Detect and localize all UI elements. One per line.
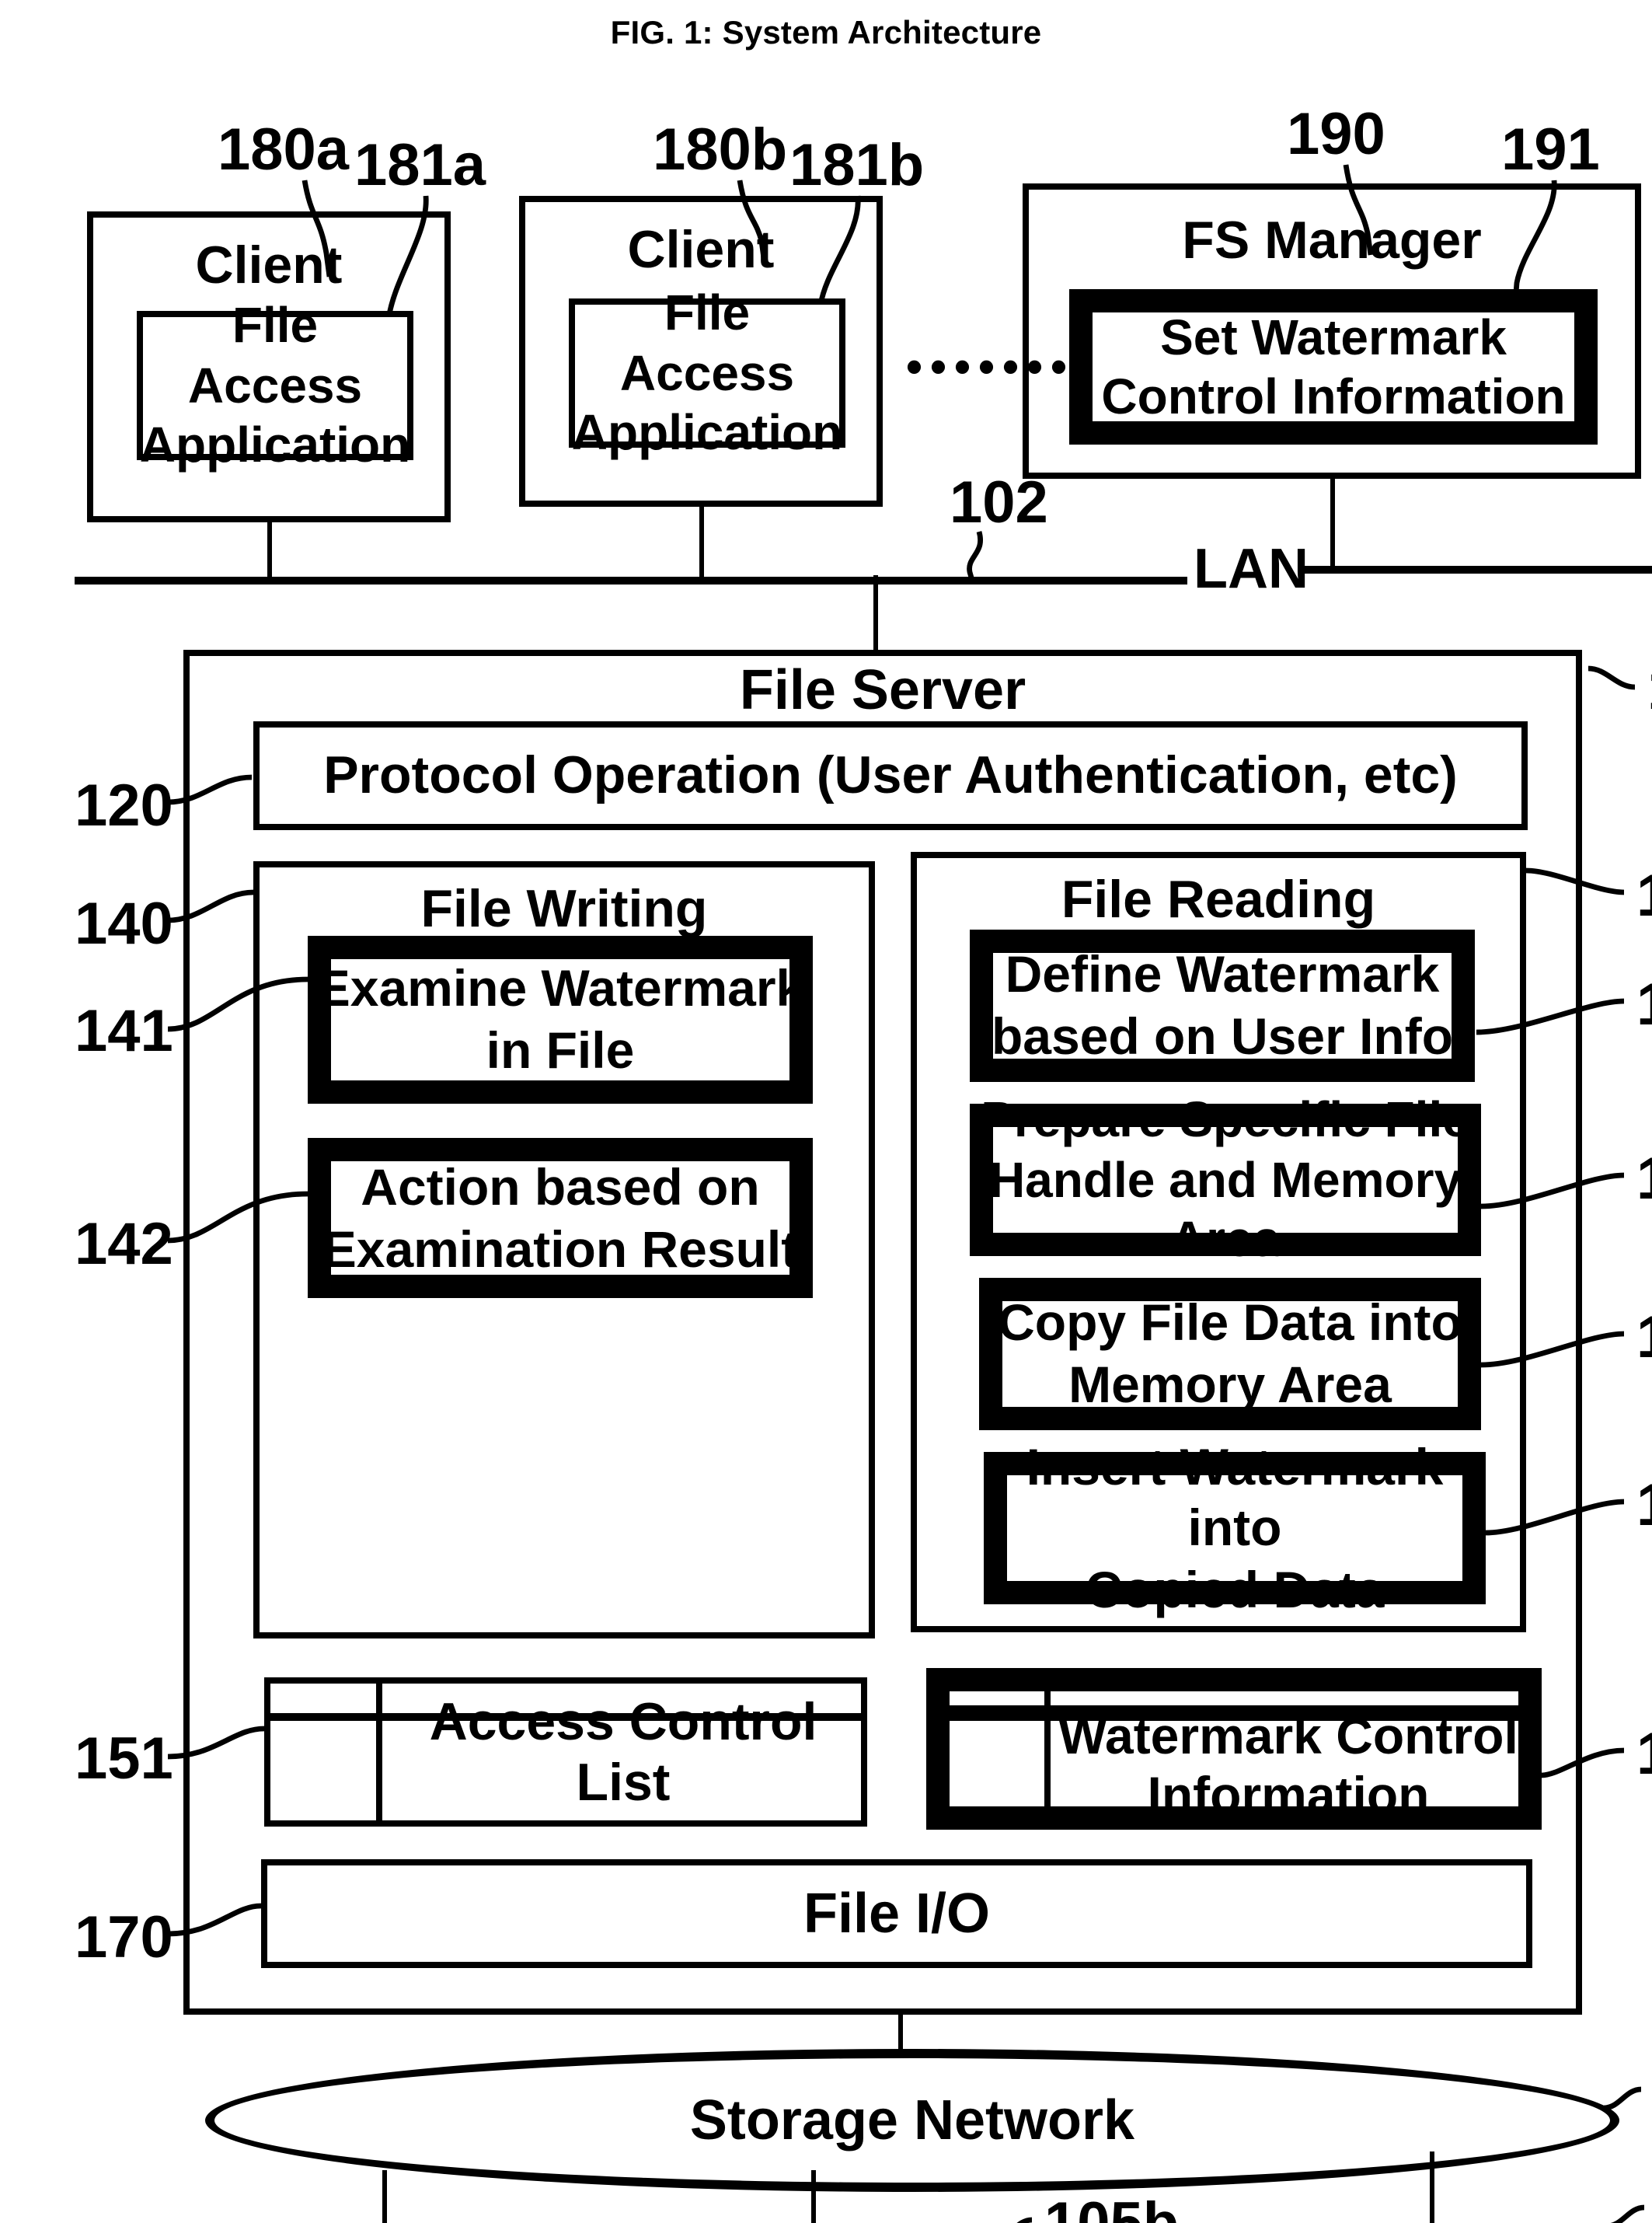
ref-141: 141 [75,1000,173,1065]
client-b-app-text: File Access Application [571,284,843,461]
ref-181a: 181a [354,134,486,199]
acl-column-divider [376,1677,382,1827]
insert-watermark-text: Insert Watermark into Copied Data [1026,1437,1444,1618]
ref-151: 151 [75,1727,173,1792]
protocol-operation-text: Protocol Operation (User Authentication,… [323,745,1458,804]
file-server-lan-link [873,575,878,653]
figure-canvas: 180a 181a 180b 181b 190 191 Client •••••… [0,0,1652,2223]
storage-c-link [1430,2151,1434,2223]
file-io-text: File I/O [803,1881,991,1945]
client-a-link [267,522,272,581]
ref-130: 130 [1636,867,1652,927]
set-watermark-control-info-text: Set Watermark Control Information [1101,309,1566,424]
ref-132: 132 [1636,1150,1652,1209]
ref-102: 102 [950,471,1048,536]
ref-190: 190 [1287,103,1385,168]
copy-file-data-text: Copy File Data into Memory Area [998,1293,1462,1413]
client-a-app-text: File Access Application [139,297,411,473]
file-writing-title-text: File Writing [420,880,708,939]
access-control-list-text: Access Control List [429,1693,817,1813]
client-b-link [699,507,704,577]
file-server-title-text: File Server [739,658,1026,721]
fs-manager-link [1330,479,1335,569]
fs-manager-title-text: FS Manager [1182,211,1482,270]
lan-bus-right [1302,566,1652,574]
examine-watermark-text: Examine Watermark in File [315,959,805,1079]
ref-133: 133 [1636,1309,1652,1368]
ref-180a: 180a [218,118,350,183]
storage-a-link [382,2170,387,2223]
ref-191: 191 [1501,118,1600,183]
ref-180b: 180b [653,118,788,183]
file-reading-title-text: File Reading [1061,871,1376,930]
ref-120: 120 [75,774,173,839]
storage-network-label: Storage Network [689,2088,1135,2151]
define-watermark-text: Define Watermark based on User Info [991,945,1454,1065]
action-based-text: Action based on Examination Result [322,1157,799,1277]
prepare-handle-text: Prepare Specific File Handle and Memory A… [981,1091,1470,1268]
client-a-title-text: Client [195,236,343,295]
ref-181b: 181b [789,134,925,199]
storage-b-link [811,2170,816,2223]
ref-105b: 105b [1044,2195,1179,2223]
ref-134: 134 [1636,1477,1652,1536]
ref-131: 131 [1636,976,1652,1035]
watermark-control-information-text: Watermark Control Information [1058,1707,1518,1823]
ref-142: 142 [75,1213,173,1278]
wci-column-divider [1044,1687,1051,1814]
ref-140: 140 [75,892,173,958]
ref-170: 170 [75,1906,173,1971]
ref-161: 161 [1636,1726,1652,1785]
ref-100: 100 [1647,661,1652,720]
lan-bus-left [75,577,1187,585]
lan-label: LAN [1194,536,1309,600]
figure-title: FIG. 1: System Architecture [610,14,1042,51]
client-b-title-text: Client [627,221,775,280]
